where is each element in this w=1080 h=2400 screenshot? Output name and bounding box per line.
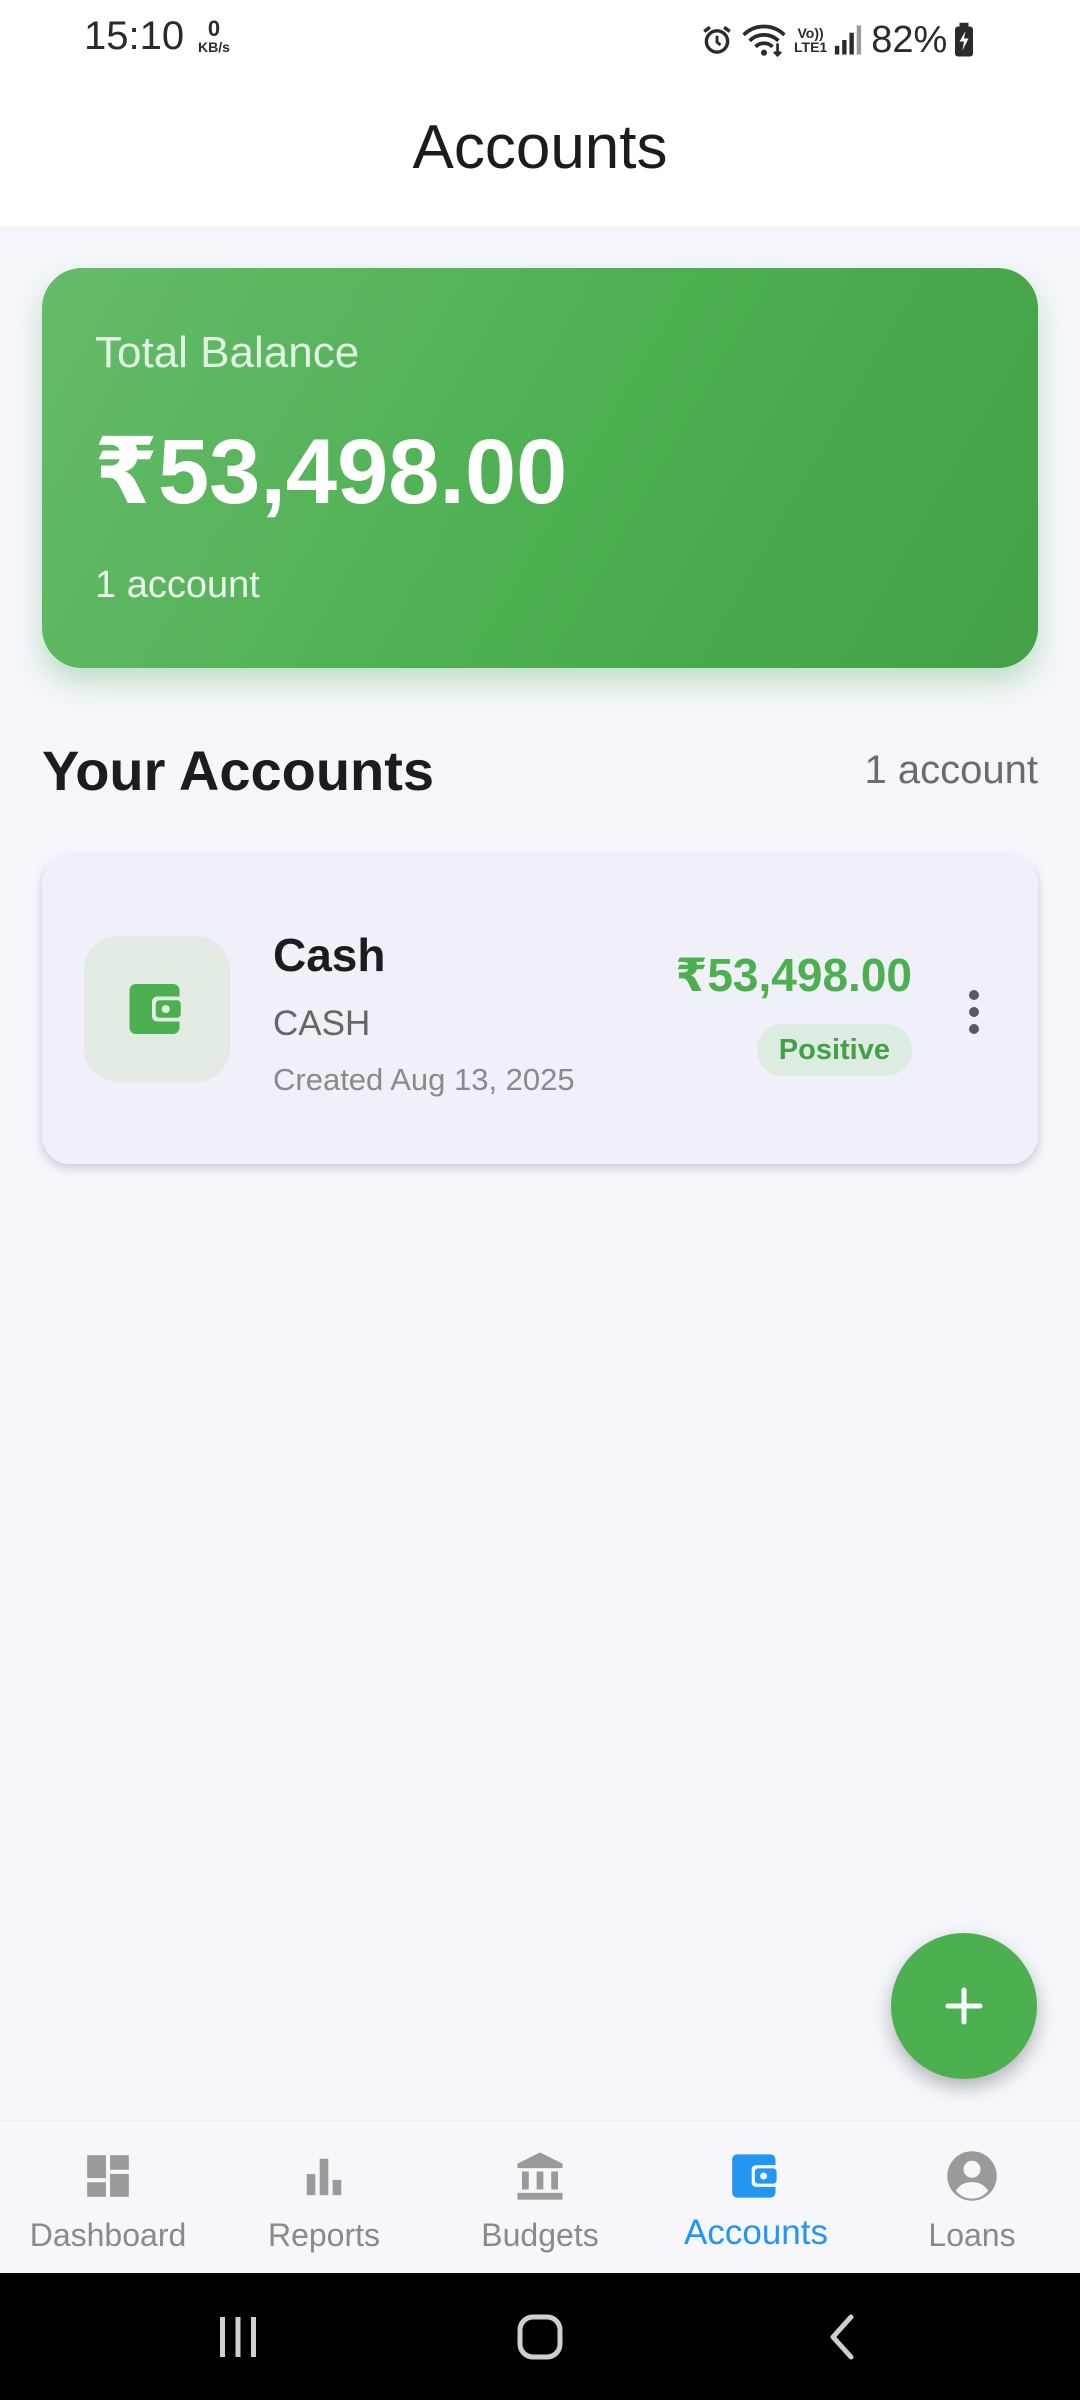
network-speed-value: 0 (207, 16, 221, 41)
account-icon-container (84, 936, 230, 1082)
alarm-icon (703, 25, 731, 54)
wallet-icon (129, 984, 185, 1034)
network-speed: 0 KB/s (192, 16, 236, 55)
wallet-icon (732, 2154, 780, 2198)
nav-item-budgets[interactable]: Budgets (432, 2121, 648, 2274)
total-balance-label: Total Balance (95, 328, 360, 377)
home-icon (517, 2314, 563, 2359)
wifi-icon (742, 24, 786, 58)
status-icons: Vo)) LTE1 82% (700, 18, 975, 62)
page-title: Accounts (412, 113, 668, 182)
app-bar: Accounts (0, 78, 1080, 226)
back-icon (830, 2314, 854, 2359)
network-speed-unit: KB/s (198, 39, 230, 55)
dashboard-icon (87, 2155, 129, 2197)
battery-charging-icon (955, 22, 974, 57)
nav-label-dashboard: Dashboard (29, 2217, 187, 2253)
account-card[interactable]: Cash CASH Created Aug 13, 2025 ₹53,498.0… (42, 856, 1038, 1164)
home-button[interactable] (460, 2273, 620, 2400)
account-circle-icon (947, 2151, 997, 2201)
total-balance-account-count: 1 account (95, 564, 260, 606)
account-balance: ₹53,498.00 (675, 949, 912, 1001)
more-vert-icon (969, 990, 979, 1034)
nav-item-loans[interactable]: Loans (864, 2121, 1080, 2274)
total-balance-card: Total Balance ₹53,498.00 1 account (42, 268, 1038, 668)
volte-bottom: LTE1 (794, 39, 828, 55)
nav-item-reports[interactable]: Reports (216, 2121, 432, 2274)
account-name: Cash (273, 929, 386, 981)
system-navigation-bar (0, 2273, 1080, 2400)
nav-item-dashboard[interactable]: Dashboard (0, 2121, 216, 2274)
your-accounts-count: 1 account (864, 748, 1038, 792)
back-button[interactable] (762, 2273, 922, 2400)
total-balance-amount: ₹53,498.00 (94, 421, 568, 523)
plus-icon (945, 1987, 983, 2025)
nav-label-accounts: Accounts (684, 2213, 828, 2252)
account-created-date: Created Aug 13, 2025 (273, 1062, 575, 1097)
nav-label-reports: Reports (267, 2217, 381, 2253)
signal-icon (835, 25, 862, 55)
battery-percent: 82% (871, 18, 948, 61)
recents-icon (220, 2316, 256, 2357)
bar-chart-icon (306, 2158, 342, 2196)
bottom-navigation: Dashboard Reports Budgets Accounts Loans (0, 2120, 1080, 2274)
account-type: CASH (273, 1004, 371, 1043)
more-options-button[interactable] (954, 976, 994, 1048)
status-bar: 15:10 0 KB/s Vo)) LTE1 82% (0, 0, 1080, 78)
volte-top: Vo)) (797, 25, 824, 41)
add-account-button[interactable] (891, 1933, 1037, 2079)
recents-button[interactable] (158, 2273, 318, 2400)
nav-label-budgets: Budgets (481, 2217, 599, 2253)
bank-icon (517, 2152, 563, 2200)
volte-indicator: Vo)) LTE1 (794, 26, 827, 54)
your-accounts-heading: Your Accounts (42, 739, 435, 802)
status-time: 15:10 (84, 14, 185, 58)
nav-label-loans: Loans (928, 2217, 1016, 2253)
nav-item-accounts[interactable]: Accounts (648, 2121, 864, 2274)
balance-status-badge: Positive (756, 1024, 912, 1076)
